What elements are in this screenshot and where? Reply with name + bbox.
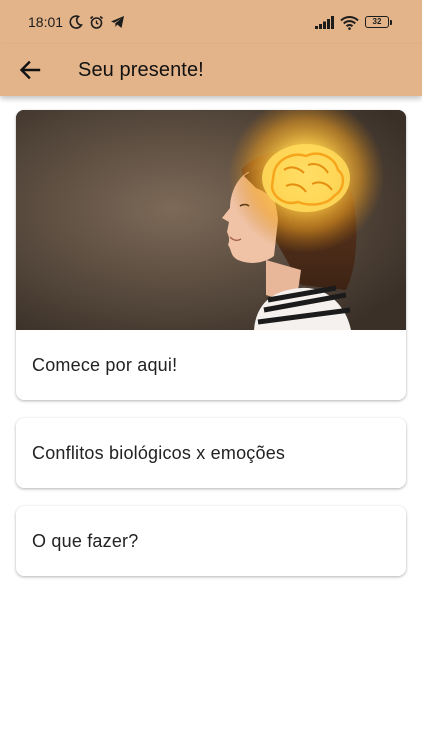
alarm-clock-icon [90, 15, 104, 29]
status-time: 18:01 [28, 14, 64, 30]
telegram-icon [111, 16, 125, 28]
back-button[interactable] [0, 44, 60, 96]
brain-illustration-image [16, 110, 406, 330]
wifi-icon [340, 15, 359, 30]
card-image [16, 110, 406, 330]
status-left: 18:01 [28, 14, 125, 30]
card-label: Comece por aqui! [32, 354, 178, 375]
card-label: Conflitos biológicos x emoções [32, 442, 286, 463]
page-title: Seu presente! [78, 58, 204, 81]
card-label: O que fazer? [32, 530, 139, 551]
battery-level: 32 [365, 16, 389, 28]
app-bar: Seu presente! [0, 44, 422, 96]
status-right: 32 [315, 15, 392, 30]
card-conflitos-biologicos[interactable]: Conflitos biológicos x emoções [16, 418, 406, 488]
status-bar: 18:01 32 [0, 0, 422, 44]
arrow-left-icon [19, 60, 41, 80]
card-o-que-fazer[interactable]: O que fazer? [16, 506, 406, 576]
battery-icon: 32 [365, 16, 392, 28]
moon-icon [69, 15, 83, 29]
card-comece-por-aqui[interactable]: Comece por aqui! [16, 110, 406, 400]
signal-icon [315, 15, 334, 29]
card-list: Comece por aqui! Conflitos biológicos x … [16, 110, 406, 594]
